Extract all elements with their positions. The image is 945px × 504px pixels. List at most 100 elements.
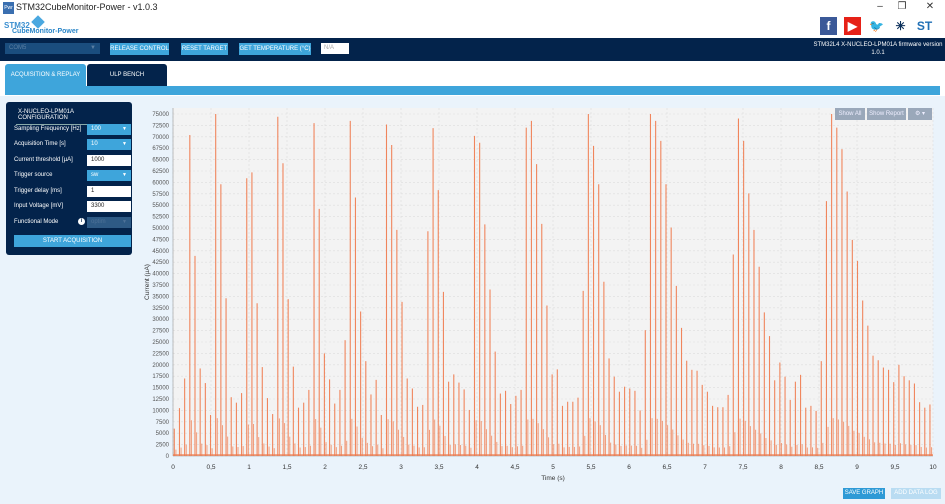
save-graph-button[interactable]: SAVE GRAPH [843, 488, 885, 499]
com-port-value: COM5 [9, 45, 27, 51]
y-tick-label: 2500 [156, 443, 170, 449]
close-button[interactable]: ✕ [920, 1, 940, 12]
y-tick-label: 52500 [152, 215, 169, 221]
y-tick-label: 57500 [152, 192, 169, 198]
firmware-number: 1.0.1 [871, 50, 885, 56]
x-tick-label: 2,5 [358, 464, 367, 471]
app-icon: Pwr [3, 2, 14, 14]
functional-mode-row: Functional Mode i optim ▼ [14, 217, 131, 228]
threshold-input[interactable]: 1000 [87, 155, 131, 166]
firmware-label: STM32L4 X-NUCLEO-LPM01A firmware version [813, 42, 943, 48]
y-tick-label: 40000 [152, 272, 169, 278]
y-tick-label: 42500 [152, 260, 169, 266]
y-tick-label: 10000 [152, 408, 169, 414]
facebook-icon[interactable]: f [820, 17, 837, 35]
x-tick-label: 4,5 [510, 464, 519, 471]
acquisition-time-value: 10 [91, 141, 98, 147]
sampling-frequency-row: Sampling Frequency [Hz] 100 ▼ [14, 124, 131, 135]
y-tick-label: 30000 [152, 317, 169, 323]
com-port-select[interactable]: COM5 ▼ [5, 43, 100, 54]
trigger-delay-row: Trigger delay [ms] 1 [14, 186, 131, 197]
y-tick-label: 37500 [152, 283, 169, 289]
minimize-button[interactable]: – [870, 1, 890, 12]
functional-mode-select[interactable]: optim ▼ [87, 217, 131, 228]
x-tick-label: 0,5 [206, 464, 215, 471]
stm32-logo: STM32 CubeMonitor-Power [4, 15, 84, 36]
y-tick-label: 50000 [152, 226, 169, 232]
y-tick-label: 35000 [152, 294, 169, 300]
y-tick-label: 75000 [152, 112, 169, 118]
chart-settings-button[interactable]: ⚙ ▾ [908, 108, 932, 120]
acquisition-time-label: Acquisition Time [s] [14, 141, 66, 147]
trigger-delay-label: Trigger delay [ms] [14, 188, 62, 194]
y-tick-label: 27500 [152, 329, 169, 335]
trigger-source-label: Trigger source [14, 172, 53, 178]
y-tick-label: 15000 [152, 386, 169, 392]
tab-ulp-bench[interactable]: ULP BENCH [87, 64, 167, 86]
x-tick-label: 1 [247, 464, 251, 471]
get-temperature-button[interactable]: GET TEMPERATURE (°C) [239, 43, 311, 55]
x-tick-label: 10 [929, 464, 937, 471]
y-tick-label: 55000 [152, 203, 169, 209]
release-control-button[interactable]: RELEASE CONTROL [110, 43, 169, 55]
x-tick-label: 6,5 [662, 464, 671, 471]
start-acquisition-button[interactable]: START ACQUISITION [14, 235, 131, 247]
tab-acquisition-replay[interactable]: ACQUISITION & REPLAY [5, 64, 86, 86]
configuration-panel: X-NUCLEO-LPM01A CONFIGURATION Sampling F… [6, 102, 132, 255]
y-tick-label: 72500 [152, 123, 169, 129]
info-icon[interactable]: i [78, 218, 85, 225]
x-tick-label: 9 [855, 464, 859, 471]
sampling-frequency-label: Sampling Frequency [Hz] [14, 126, 82, 132]
twitter-icon[interactable]: 🐦 [868, 17, 885, 35]
threshold-row: Current threshold [µA] 1000 [14, 155, 131, 166]
toolbar: COM5 ▼ RELEASE CONTROL RESET TARGET GET T… [0, 38, 945, 61]
sampling-frequency-value: 100 [91, 126, 102, 132]
y-tick-label: 5000 [156, 431, 170, 437]
functional-mode-label: Functional Mode [14, 219, 59, 225]
title-bar: Pwr STM32CubeMonitor-Power - v1.0.3 – ❐ … [0, 0, 945, 16]
chevron-down-icon: ▼ [122, 172, 127, 178]
sampling-frequency-select[interactable]: 100 ▼ [87, 124, 131, 135]
input-voltage-label: Input Voltage [mV] [14, 203, 64, 209]
y-tick-label: 67500 [152, 146, 169, 152]
y-tick-label: 12500 [152, 397, 169, 403]
x-tick-label: 8,5 [814, 464, 823, 471]
trigger-source-select[interactable]: sw ▼ [87, 170, 131, 181]
acquisition-time-select[interactable]: 10 ▼ [87, 139, 131, 150]
current-chart[interactable]: 0250050007500100001250015000175002000022… [140, 96, 945, 504]
cube-icon [31, 15, 45, 29]
x-tick-label: 3,5 [434, 464, 443, 471]
trigger-source-row: Trigger source sw ▼ [14, 170, 131, 181]
temperature-field: N/A [321, 43, 349, 54]
x-tick-label: 6 [627, 464, 631, 471]
y-tick-label: 0 [166, 454, 170, 460]
y-tick-label: 70000 [152, 135, 169, 141]
x-tick-label: 9,5 [890, 464, 899, 471]
tab-strip [5, 86, 940, 95]
y-tick-label: 25000 [152, 340, 169, 346]
acquisition-time-row: Acquisition Time [s] 10 ▼ [14, 139, 131, 150]
x-tick-label: 4 [475, 464, 479, 471]
firmware-version: STM32L4 X-NUCLEO-LPM01A firmware version… [813, 41, 943, 57]
threshold-label: Current threshold [µA] [14, 157, 73, 163]
network-icon[interactable]: ✳ [892, 17, 909, 35]
config-title: X-NUCLEO-LPM01A CONFIGURATION [16, 109, 124, 125]
youtube-icon[interactable]: ▶ [844, 17, 861, 35]
y-tick-label: 62500 [152, 169, 169, 175]
maximize-button[interactable]: ❐ [892, 1, 912, 12]
x-tick-label: 3 [399, 464, 403, 471]
x-tick-label: 7 [703, 464, 707, 471]
chevron-down-icon: ▼ [122, 219, 127, 225]
input-voltage-input[interactable]: 3300 [87, 201, 131, 212]
trigger-source-value: sw [91, 172, 99, 178]
y-tick-label: 7500 [156, 420, 170, 426]
y-tick-label: 32500 [152, 306, 169, 312]
reset-target-button[interactable]: RESET TARGET [181, 43, 228, 55]
add-data-log-button[interactable]: ADD DATA LOG [891, 488, 941, 499]
st-logo-icon[interactable]: ST [916, 17, 933, 35]
show-all-button[interactable]: Show All [835, 108, 865, 120]
x-tick-label: 5,5 [586, 464, 595, 471]
input-voltage-row: Input Voltage [mV] 3300 [14, 201, 131, 212]
trigger-delay-input[interactable]: 1 [87, 186, 131, 197]
show-report-button[interactable]: Show Report [867, 108, 906, 120]
